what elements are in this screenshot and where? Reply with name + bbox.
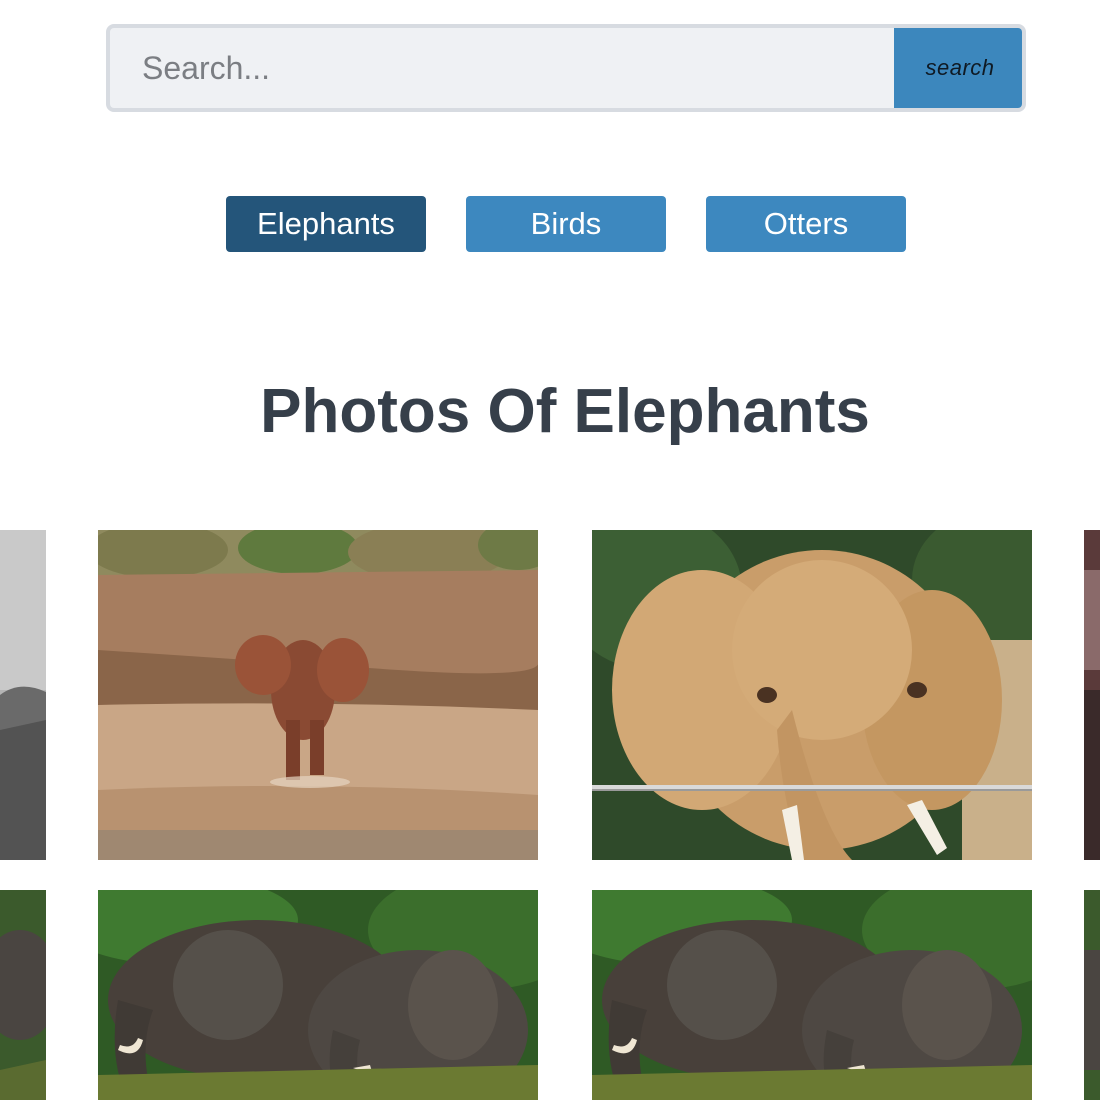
photo-image <box>592 530 1032 860</box>
photo-partial-right-row2[interactable] <box>1084 890 1100 1100</box>
tab-otters[interactable]: Otters <box>706 196 906 252</box>
page-title: Photos Of Elephants <box>260 377 870 446</box>
photo-partial-right[interactable] <box>1084 530 1100 860</box>
photo-image <box>0 890 46 1100</box>
tab-elephants[interactable]: Elephants <box>226 196 426 252</box>
page: search Elephants Birds Otters Photos Of … <box>0 0 1100 1100</box>
photo-elephants-grazing-1[interactable] <box>98 890 538 1100</box>
category-tabs: Elephants Birds Otters <box>226 196 906 252</box>
photo-elephants-grazing-2[interactable] <box>592 890 1032 1100</box>
photo-image <box>1084 530 1100 860</box>
photo-image <box>592 890 1032 1100</box>
photo-grayscale-partial[interactable] <box>0 530 46 860</box>
photo-elephant-in-water[interactable] <box>98 530 538 860</box>
tab-birds[interactable]: Birds <box>466 196 666 252</box>
search-button[interactable]: search <box>894 28 1022 108</box>
photo-image <box>98 890 538 1100</box>
search-input[interactable] <box>110 28 1022 108</box>
search-bar: search <box>106 24 1026 112</box>
photo-image <box>0 530 46 860</box>
photo-partial-left-row2[interactable] <box>0 890 46 1100</box>
photo-image <box>98 530 538 860</box>
photo-elephant-portrait[interactable] <box>592 530 1032 860</box>
photo-image <box>1084 890 1100 1100</box>
